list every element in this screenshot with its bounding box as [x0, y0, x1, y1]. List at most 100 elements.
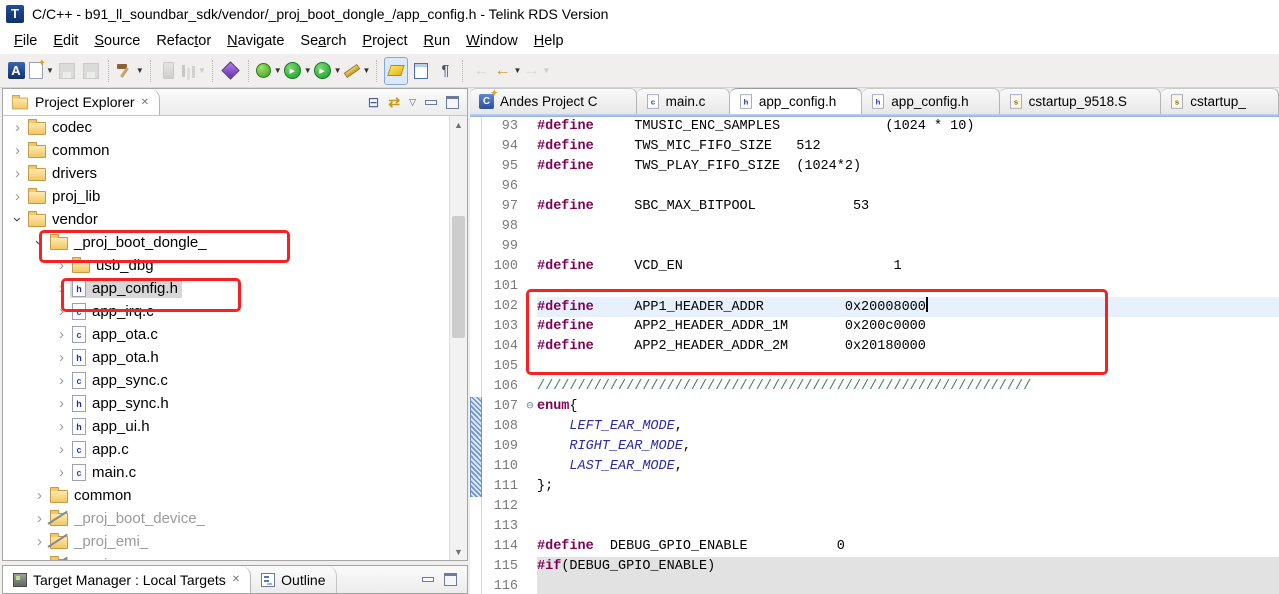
burn-icon[interactable]: ▼	[344, 58, 371, 84]
save-all-icon[interactable]	[80, 58, 102, 84]
scrollbar-thumb[interactable]	[452, 216, 465, 338]
maximize-icon[interactable]	[446, 96, 459, 109]
code-line-text[interactable]: #define TMUSIC_ENC_SAMPLES (1024 * 10)	[537, 117, 1279, 137]
editor-tab-cstartup_[interactable]: scstartup_	[1161, 88, 1279, 114]
tree-item-proj_lib[interactable]: ›proj_lib	[3, 185, 450, 208]
chevron-right-icon[interactable]: ›	[53, 442, 70, 457]
forward-icon[interactable]: →▼	[523, 58, 550, 84]
menu-help[interactable]: Help	[526, 30, 572, 52]
dropdown-caret-icon[interactable]: ▼	[363, 66, 371, 75]
code-line-text[interactable]: #define APP2_HEADER_ADDR_2M 0x20180000	[537, 337, 1279, 357]
build-chart-icon[interactable]: ▼	[182, 58, 206, 84]
show-source-icon[interactable]	[410, 58, 432, 84]
menu-navigate[interactable]: Navigate	[219, 30, 292, 52]
menu-edit[interactable]: Edit	[45, 30, 86, 52]
tree-item-_proj_boot_dongle_[interactable]: ›_proj_boot_dongle_	[3, 231, 450, 254]
dropdown-caret-icon[interactable]: ▼	[542, 66, 550, 75]
editor-tab-app_config.h[interactable]: happ_config.h	[862, 88, 999, 114]
andes-new-project-icon[interactable]: A	[5, 58, 27, 84]
tree-item-main.c[interactable]: ›cmain.c	[3, 461, 450, 484]
tree-item-_proj_[interactable]: ›_proj_	[3, 553, 450, 560]
chevron-right-icon[interactable]: ›	[31, 534, 48, 549]
chevron-right-icon[interactable]: ›	[31, 511, 48, 526]
tab-project-explorer[interactable]: Project Explorer ✕	[3, 89, 160, 115]
show-whitespace-icon[interactable]: ¶	[434, 58, 456, 84]
dropdown-caret-icon[interactable]: ▼	[274, 66, 282, 75]
chevron-right-icon[interactable]: ›	[53, 350, 70, 365]
code-line-text[interactable]	[537, 357, 1279, 377]
chevron-right-icon[interactable]: ›	[53, 373, 70, 388]
tree-item-usb_dbg[interactable]: ›usb_dbg	[3, 254, 450, 277]
chevron-right-icon[interactable]: ›	[9, 120, 26, 135]
new-wizard-icon[interactable]: ✦▼	[29, 58, 54, 84]
code-line-text[interactable]	[537, 497, 1279, 517]
dropdown-caret-icon[interactable]: ▼	[334, 66, 342, 75]
minimize-icon[interactable]	[425, 100, 437, 105]
code-line-text[interactable]: #define APP1_HEADER_ADDR 0x20008000	[537, 297, 1279, 317]
last-edit-location-icon[interactable]: ←	[470, 58, 492, 84]
tree-item-_proj_boot_device_[interactable]: ›_proj_boot_device_	[3, 507, 450, 530]
editor-tab-app_config.h[interactable]: happ_config.h	[730, 88, 862, 114]
code-line-text[interactable]: #define VCD_EN 1	[537, 257, 1279, 277]
tree-item-_proj_emi_[interactable]: ›_proj_emi_	[3, 530, 450, 553]
chevron-right-icon[interactable]: ›	[53, 281, 70, 296]
chevron-right-icon[interactable]: ›	[31, 557, 48, 560]
code-line-text[interactable]	[537, 217, 1279, 237]
minimize-icon[interactable]	[422, 577, 434, 582]
fold-collapse-icon[interactable]: ⊖	[523, 397, 537, 417]
profile-icon[interactable]: ▶▼	[314, 58, 342, 84]
dropdown-caret-icon[interactable]: ▼	[198, 66, 206, 75]
code-line-text[interactable]: #define TWS_PLAY_FIFO_SIZE (1024*2)	[537, 157, 1279, 177]
code-line-text[interactable]: LAST_EAR_MODE,	[537, 457, 1279, 477]
code-line-text[interactable]: RIGHT_EAR_MODE,	[537, 437, 1279, 457]
run-icon[interactable]: ▶▼	[284, 58, 312, 84]
refresh-index-icon[interactable]	[158, 58, 180, 84]
chevron-down-icon[interactable]: ›	[10, 211, 25, 228]
chevron-right-icon[interactable]: ›	[53, 327, 70, 342]
flash-programmer-icon[interactable]	[220, 58, 242, 84]
dropdown-caret-icon[interactable]: ▼	[136, 66, 144, 75]
chevron-right-icon[interactable]: ›	[9, 189, 26, 204]
chevron-right-icon[interactable]: ›	[53, 304, 70, 319]
code-line-text[interactable]	[537, 517, 1279, 537]
tree-item-app_ota.c[interactable]: ›capp_ota.c	[3, 323, 450, 346]
chevron-right-icon[interactable]: ›	[9, 143, 26, 158]
code-line-text[interactable]: #if(DEBUG_GPIO_ENABLE)	[537, 557, 1279, 577]
tree-item-app_config.h[interactable]: ›happ_config.h	[3, 277, 450, 300]
code-line-text[interactable]	[537, 237, 1279, 257]
back-icon[interactable]: ←▼	[494, 58, 521, 84]
code-line-text[interactable]: LEFT_EAR_MODE,	[537, 417, 1279, 437]
tree-item-app_ota.h[interactable]: ›happ_ota.h	[3, 346, 450, 369]
code-line-text[interactable]: #define SBC_MAX_BITPOOL 53	[537, 197, 1279, 217]
close-icon[interactable]: ✕	[141, 97, 149, 108]
code-line-text[interactable]: };	[537, 477, 1279, 497]
tree-item-vendor[interactable]: ›vendor	[3, 208, 450, 231]
code-line-text[interactable]	[537, 177, 1279, 197]
tree-item-app_sync.c[interactable]: ›capp_sync.c	[3, 369, 450, 392]
maximize-icon[interactable]	[444, 573, 457, 586]
scroll-down-icon[interactable]: ▼	[450, 543, 467, 560]
editor-tab-main.c[interactable]: cmain.c	[637, 88, 730, 114]
chevron-right-icon[interactable]: ›	[53, 396, 70, 411]
code-line-text[interactable]	[537, 277, 1279, 297]
tab-outline[interactable]: Outline	[251, 566, 336, 593]
chevron-right-icon[interactable]: ›	[53, 419, 70, 434]
menu-refactor[interactable]: Refactor	[148, 30, 219, 52]
tree-item-drivers[interactable]: ›drivers	[3, 162, 450, 185]
collapse-all-icon[interactable]: ⊟	[368, 95, 380, 109]
save-icon[interactable]	[56, 58, 78, 84]
code-editor[interactable]: 93#define TMUSIC_ENC_SAMPLES (1024 * 10)…	[470, 117, 1279, 594]
code-line-text[interactable]: #define APP2_HEADER_ADDR_1M 0x200c0000	[537, 317, 1279, 337]
editor-tab-cstartup_9518.S[interactable]: scstartup_9518.S	[1000, 88, 1162, 114]
menu-run[interactable]: Run	[416, 30, 459, 52]
tree-item-app_irq.c[interactable]: ›capp_irq.c	[3, 300, 450, 323]
chevron-down-icon[interactable]: ›	[32, 234, 47, 251]
tree-item-common[interactable]: ›common	[3, 139, 450, 162]
tree-item-app_sync.h[interactable]: ›happ_sync.h	[3, 392, 450, 415]
close-icon[interactable]: ✕	[232, 574, 240, 585]
dropdown-caret-icon[interactable]: ▼	[513, 66, 521, 75]
menu-file[interactable]: File	[6, 30, 45, 52]
tree-scrollbar[interactable]: ▲ ▼	[449, 116, 467, 560]
code-line-text[interactable]: enum{	[537, 397, 1279, 417]
tree-item-codec[interactable]: ›codec	[3, 116, 450, 139]
